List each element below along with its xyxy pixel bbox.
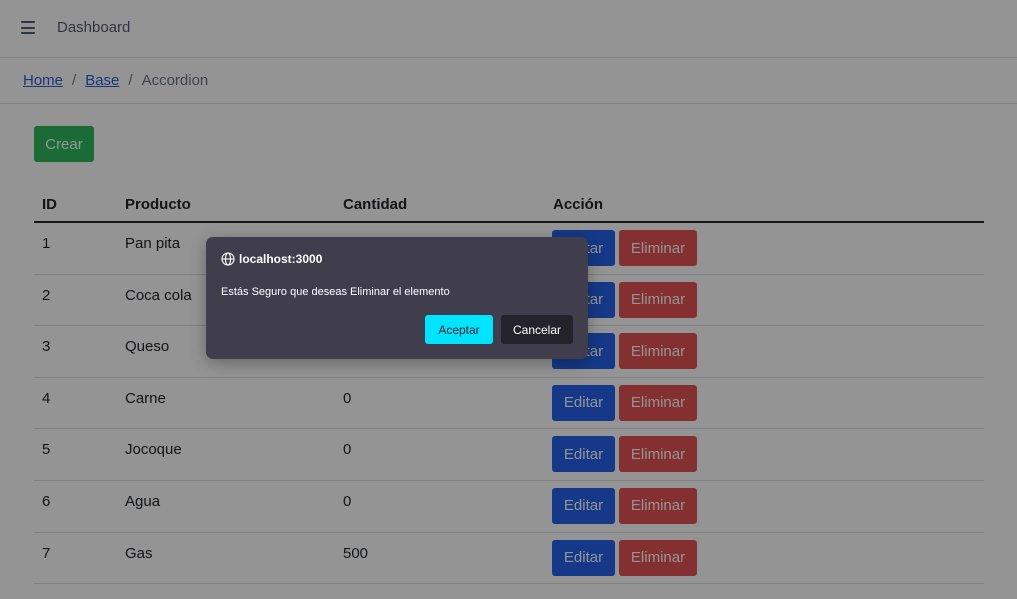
dialog-title: localhost:3000 — [221, 252, 322, 266]
accept-button[interactable]: Aceptar — [425, 315, 493, 344]
dialog-message: Estás Seguro que deseas Eliminar el elem… — [221, 286, 450, 298]
dialog-origin: localhost:3000 — [239, 252, 323, 266]
cancel-button[interactable]: Cancelar — [501, 315, 573, 344]
confirm-dialog: localhost:3000 Estás Seguro que deseas E… — [206, 237, 588, 359]
globe-icon — [221, 252, 235, 266]
